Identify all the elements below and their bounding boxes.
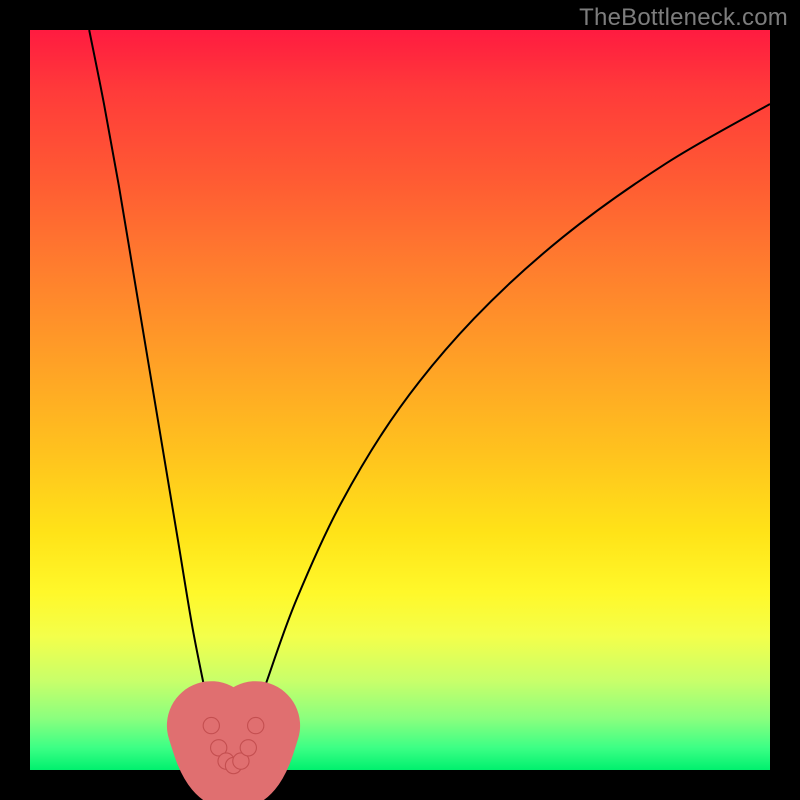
marker-dot	[203, 717, 219, 733]
marker-dot	[240, 740, 256, 756]
chart-frame: TheBottleneck.com	[0, 0, 800, 800]
attribution-label: TheBottleneck.com	[579, 4, 788, 32]
bottleneck-curve	[89, 30, 770, 770]
marker-dot	[248, 717, 264, 733]
chart-overlay	[30, 30, 770, 770]
